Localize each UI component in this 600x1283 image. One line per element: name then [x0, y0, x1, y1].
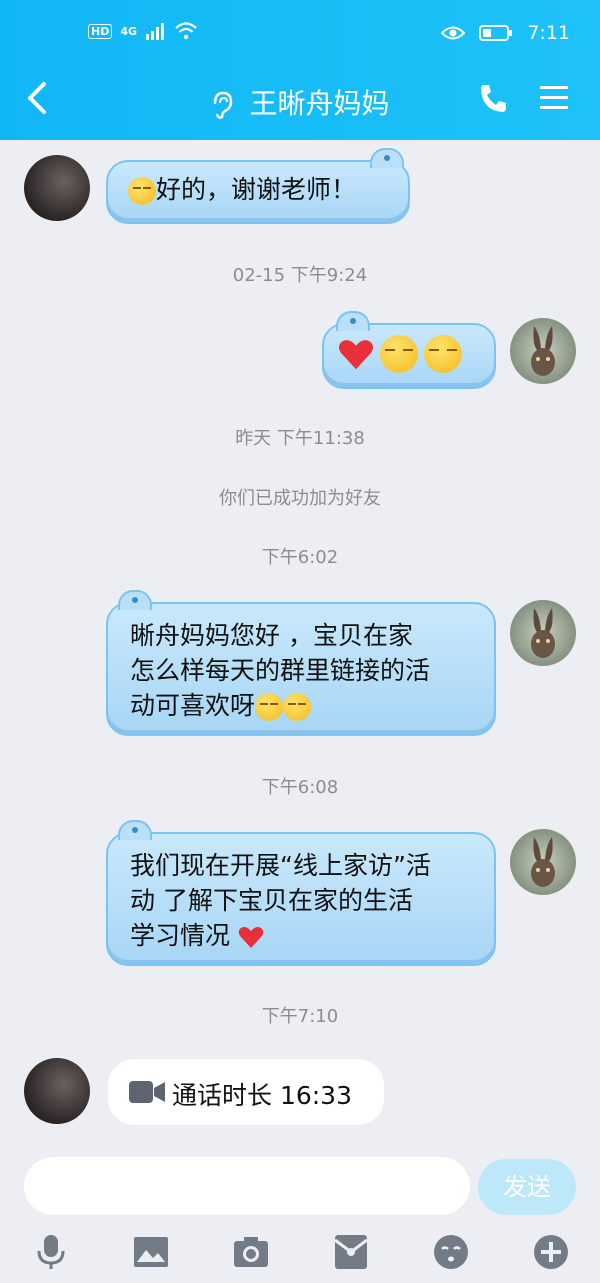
- image-icon[interactable]: [131, 1232, 171, 1272]
- message-line: 学习情况: [130, 921, 231, 950]
- network-label: 4G: [120, 24, 138, 38]
- my-avatar[interactable]: [510, 829, 576, 895]
- smile-emoji-icon: [424, 335, 462, 373]
- smile-emoji-icon: [380, 335, 418, 373]
- call-duration: 通话时长 16:33: [172, 1081, 352, 1110]
- rabbit-icon: [531, 326, 555, 376]
- microphone-icon[interactable]: [31, 1232, 71, 1272]
- heart-icon: [238, 927, 264, 948]
- call-record-bubble[interactable]: 通话时长 16:33: [108, 1059, 384, 1125]
- bubble-hump-icon: [370, 148, 404, 168]
- input-toolbar: [0, 1226, 600, 1283]
- message-line: 动可喜欢呀: [130, 691, 256, 720]
- chat-title: 王晰舟妈妈: [0, 82, 600, 122]
- heart-icon: [338, 340, 374, 370]
- message-bubble-sent[interactable]: 我们现在开展“线上家访”活 动 了解下宝贝在家的生活 学习情况: [106, 820, 496, 966]
- video-camera-icon: [129, 1081, 165, 1103]
- timestamp: 02-15 下午9:24: [232, 265, 368, 286]
- battery-icon: [479, 25, 513, 41]
- red-packet-icon[interactable]: [331, 1232, 371, 1272]
- message-bubble-received[interactable]: 好的，谢谢老师！: [106, 148, 410, 224]
- nav-bar: 王晰舟妈妈: [0, 72, 600, 132]
- phone-call-icon[interactable]: [478, 82, 510, 114]
- message-input[interactable]: [24, 1157, 470, 1215]
- bubble-hump-icon: [336, 311, 370, 331]
- smile-emoji-icon: [255, 693, 284, 721]
- wifi-icon: [175, 22, 197, 40]
- eye-icon: [441, 26, 466, 40]
- message-line: 动 了解下宝贝在家的生活: [130, 886, 413, 915]
- message-line: 晰舟妈妈您好 ，宝贝在家: [130, 621, 413, 650]
- send-button[interactable]: 发送: [478, 1159, 576, 1215]
- message-bubble-sent[interactable]: 晰舟妈妈您好 ，宝贝在家 怎么样每天的群里链接的活 动可喜欢呀: [106, 590, 496, 736]
- my-avatar[interactable]: [510, 318, 576, 384]
- hd-badge: HD: [88, 23, 113, 39]
- bubble-hump-icon: [118, 590, 152, 610]
- message-line: 怎么样每天的群里链接的活: [130, 656, 431, 685]
- timestamp: 下午6:08: [261, 777, 339, 798]
- message-line: 我们现在开展“线上家访”活: [130, 851, 431, 880]
- emoji-icon[interactable]: [431, 1232, 471, 1272]
- rabbit-icon: [531, 608, 555, 658]
- ear-icon: [213, 91, 232, 119]
- status-bar: HD 4G 7:11: [0, 20, 600, 50]
- smile-emoji-icon: [283, 693, 312, 721]
- contact-avatar[interactable]: [24, 1058, 90, 1124]
- contact-avatar[interactable]: [24, 155, 90, 221]
- message-bubble-sent[interactable]: [322, 311, 496, 389]
- timestamp: 下午6:02: [261, 547, 339, 568]
- timestamp: 昨天 下午11:38: [235, 428, 365, 449]
- my-avatar[interactable]: [510, 600, 576, 666]
- message-text: 好的，谢谢老师！: [156, 175, 357, 204]
- plus-icon[interactable]: [531, 1232, 571, 1272]
- bubble-hump-icon: [118, 820, 152, 840]
- menu-icon[interactable]: [538, 84, 570, 112]
- smile-emoji-icon: [128, 177, 156, 205]
- top-header: HD 4G 7:11 王晰舟妈妈: [0, 0, 600, 140]
- signal-icon: [146, 23, 165, 40]
- timestamp: 下午7:10: [261, 1006, 339, 1027]
- system-notice: 你们已成功加为好友: [219, 488, 381, 509]
- rabbit-icon: [531, 837, 555, 887]
- camera-icon[interactable]: [231, 1232, 271, 1272]
- chat-title-text: 王晰舟妈妈: [249, 87, 390, 120]
- status-time: 7:11: [527, 22, 570, 44]
